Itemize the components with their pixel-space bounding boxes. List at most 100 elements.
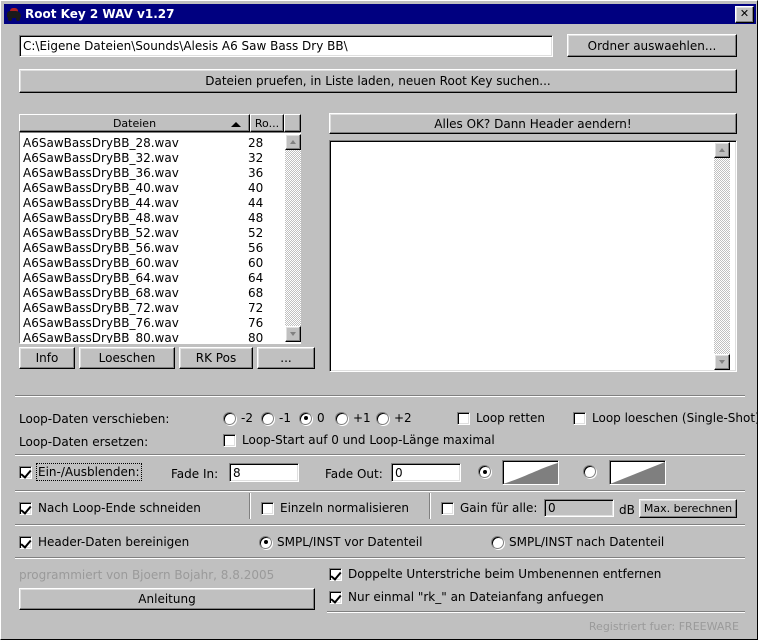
exponential-fade-curve-icon[interactable] (502, 460, 559, 485)
log-scroll-down-icon[interactable] (714, 354, 730, 370)
filelist-scrollbar[interactable] (285, 134, 301, 342)
loop-shift-radio-minus1[interactable]: -1 (261, 411, 291, 425)
file-name-cell: A6SawBassDryBB_36.wav (23, 165, 179, 180)
gain-unit-label: dB (619, 503, 635, 517)
scroll-down-icon[interactable] (285, 326, 301, 342)
table-row[interactable]: A6SawBassDryBB_68.wav 68 (20, 285, 300, 300)
loop-shift-radio-plus1[interactable]: +1 (335, 411, 371, 425)
loop-shift-radio-minus2-label: -2 (241, 411, 253, 425)
table-row[interactable]: A6SawBassDryBB_72.wav 72 (20, 300, 300, 315)
table-row[interactable]: A6SawBassDryBB_56.wav 56 (20, 240, 300, 255)
registration-status: Registriert fuer: FREEWARE (588, 620, 739, 633)
info-button[interactable]: Info (19, 347, 75, 369)
root-key-cell: 64 (248, 270, 264, 285)
delete-loop-checkbox[interactable]: Loop loeschen (Single-Shot) (573, 411, 757, 425)
root-key-cell: 28 (248, 135, 264, 150)
clean-header-label: Header-Daten bereinigen (38, 535, 190, 549)
fade-curve-linear-radio[interactable] (583, 465, 601, 478)
root-key-cell: 72 (248, 300, 264, 315)
table-row[interactable]: A6SawBassDryBB_36.wav 36 (20, 165, 300, 180)
divider-vertical-2 (429, 493, 431, 519)
gain-value-input[interactable]: 0 (544, 499, 614, 517)
file-name-cell: A6SawBassDryBB_72.wav (23, 300, 179, 315)
checkbox-box-checked (329, 590, 342, 604)
root-key-cell: 44 (248, 195, 264, 210)
file-name-cell: A6SawBassDryBB_52.wav (23, 225, 179, 240)
sort-ascending-icon (231, 122, 241, 127)
fade-curve-exponential-radio[interactable] (478, 465, 496, 478)
log-panel[interactable] (329, 140, 737, 372)
table-row[interactable]: A6SawBassDryBB_28.wav 28 (20, 135, 300, 150)
normalize-individually-checkbox[interactable]: Einzeln normalisieren (261, 501, 409, 515)
loop-shift-radio-plus1-label: +1 (353, 411, 371, 425)
table-row[interactable]: A6SawBassDryBB_64.wav 64 (20, 270, 300, 285)
checkbox-box-checked (19, 501, 32, 515)
calculate-max-button[interactable]: Max. berechnen (639, 499, 737, 518)
log-scrollbar[interactable] (714, 142, 730, 370)
root-key-cell: 52 (248, 225, 264, 240)
scrollbar-track[interactable] (285, 150, 301, 326)
filelist[interactable]: A6SawBassDryBB_28.wav 28 A6SawBassDryBB_32… (19, 132, 301, 344)
table-row[interactable]: A6SawBassDryBB_60.wav 60 (20, 255, 300, 270)
window-title: Root Key 2 WAV v1.27 (25, 7, 175, 21)
checkbox-box-checked (19, 465, 32, 479)
car-icon (6, 6, 22, 22)
loop-shift-radio-minus2[interactable]: -2 (223, 411, 253, 425)
radio-circle-selected (299, 411, 312, 425)
loop-shift-radio-minus1-label: -1 (279, 411, 291, 425)
table-row[interactable]: A6SawBassDryBB_80.wav 80 (20, 330, 300, 344)
column-header-files-label: Dateien (112, 116, 157, 130)
save-loop-checkbox[interactable]: Loop retten (457, 411, 545, 425)
root-key-cell: 32 (248, 150, 264, 165)
more-options-button[interactable]: ... (257, 347, 315, 369)
log-scrollbar-track[interactable] (714, 158, 730, 354)
folder-path-input[interactable]: C:\Eigene Dateien\Sounds\Alesis A6 Saw B… (19, 35, 553, 57)
title-bar: Root Key 2 WAV v1.27 ✕ (4, 4, 756, 24)
radio-circle (376, 411, 389, 425)
prefix-once-label: Nur einmal "rk_" an Dateianfang anfuegen (348, 590, 604, 604)
rootkey-position-button[interactable]: RK Pos (179, 347, 253, 369)
manual-button[interactable]: Anleitung (19, 588, 315, 610)
scroll-up-icon[interactable] (285, 134, 301, 150)
browse-folder-button[interactable]: Ordner auswaehlen... (567, 34, 737, 57)
column-header-rootkey[interactable]: Ro... (250, 114, 284, 132)
loop-shift-radio-plus2[interactable]: +2 (376, 411, 412, 425)
loop-shift-radio-zero[interactable]: 0 (299, 411, 325, 425)
fade-out-label: Fade Out: (325, 467, 383, 481)
checkbox-box (457, 411, 470, 425)
root-key-cell: 56 (248, 240, 264, 255)
root-key-cell: 60 (248, 255, 264, 270)
prefix-once-checkbox[interactable]: Nur einmal "rk_" an Dateianfang anfuegen (329, 590, 604, 604)
fade-enable-checkbox[interactable]: Ein-/Ausblenden: (19, 463, 142, 481)
clean-header-checkbox[interactable]: Header-Daten bereinigen (19, 535, 189, 549)
filelist-header: Dateien Ro... (19, 114, 301, 132)
linear-fade-curve-icon[interactable] (609, 460, 666, 485)
smpl-before-data-radio[interactable]: SMPL/INST vor Datenteil (259, 535, 422, 549)
close-icon[interactable]: ✕ (735, 5, 754, 23)
file-name-cell: A6SawBassDryBB_48.wav (23, 210, 179, 225)
table-row[interactable]: A6SawBassDryBB_32.wav 32 (20, 150, 300, 165)
gain-all-checkbox[interactable]: Gain für alle: (441, 501, 537, 515)
table-row[interactable]: A6SawBassDryBB_52.wav 52 (20, 225, 300, 240)
section-divider-fade (15, 454, 745, 456)
checkbox-box (573, 411, 586, 425)
loop-start-zero-checkbox[interactable]: Loop-Start auf 0 und Loop-Länge maximal (223, 433, 495, 447)
fade-in-input[interactable]: 8 (229, 463, 299, 482)
fade-out-input[interactable]: 0 (391, 463, 461, 482)
table-row[interactable]: A6SawBassDryBB_48.wav 48 (20, 210, 300, 225)
table-row[interactable]: A6SawBassDryBB_44.wav 44 (20, 195, 300, 210)
remove-double-underscores-checkbox[interactable]: Doppelte Unterstriche beim Umbenennen en… (329, 567, 661, 581)
table-row[interactable]: A6SawBassDryBB_40.wav 40 (20, 180, 300, 195)
apply-header-button[interactable]: Alles OK? Dann Header aendern! (329, 113, 737, 134)
column-header-files[interactable]: Dateien (19, 114, 250, 132)
file-name-cell: A6SawBassDryBB_76.wav (23, 315, 179, 330)
cut-after-loop-checkbox[interactable]: Nach Loop-Ende schneiden (19, 501, 201, 515)
table-row[interactable]: A6SawBassDryBB_76.wav 76 (20, 315, 300, 330)
smpl-after-data-radio[interactable]: SMPL/INST nach Datenteil (491, 535, 664, 549)
section-divider-footer (15, 557, 745, 559)
log-scroll-up-icon[interactable] (714, 142, 730, 158)
scan-files-button[interactable]: Dateien pruefen, in Liste laden, neuen R… (19, 69, 737, 93)
radio-circle (491, 535, 504, 549)
delete-button[interactable]: Loeschen (79, 347, 175, 369)
file-name-cell: A6SawBassDryBB_68.wav (23, 285, 179, 300)
